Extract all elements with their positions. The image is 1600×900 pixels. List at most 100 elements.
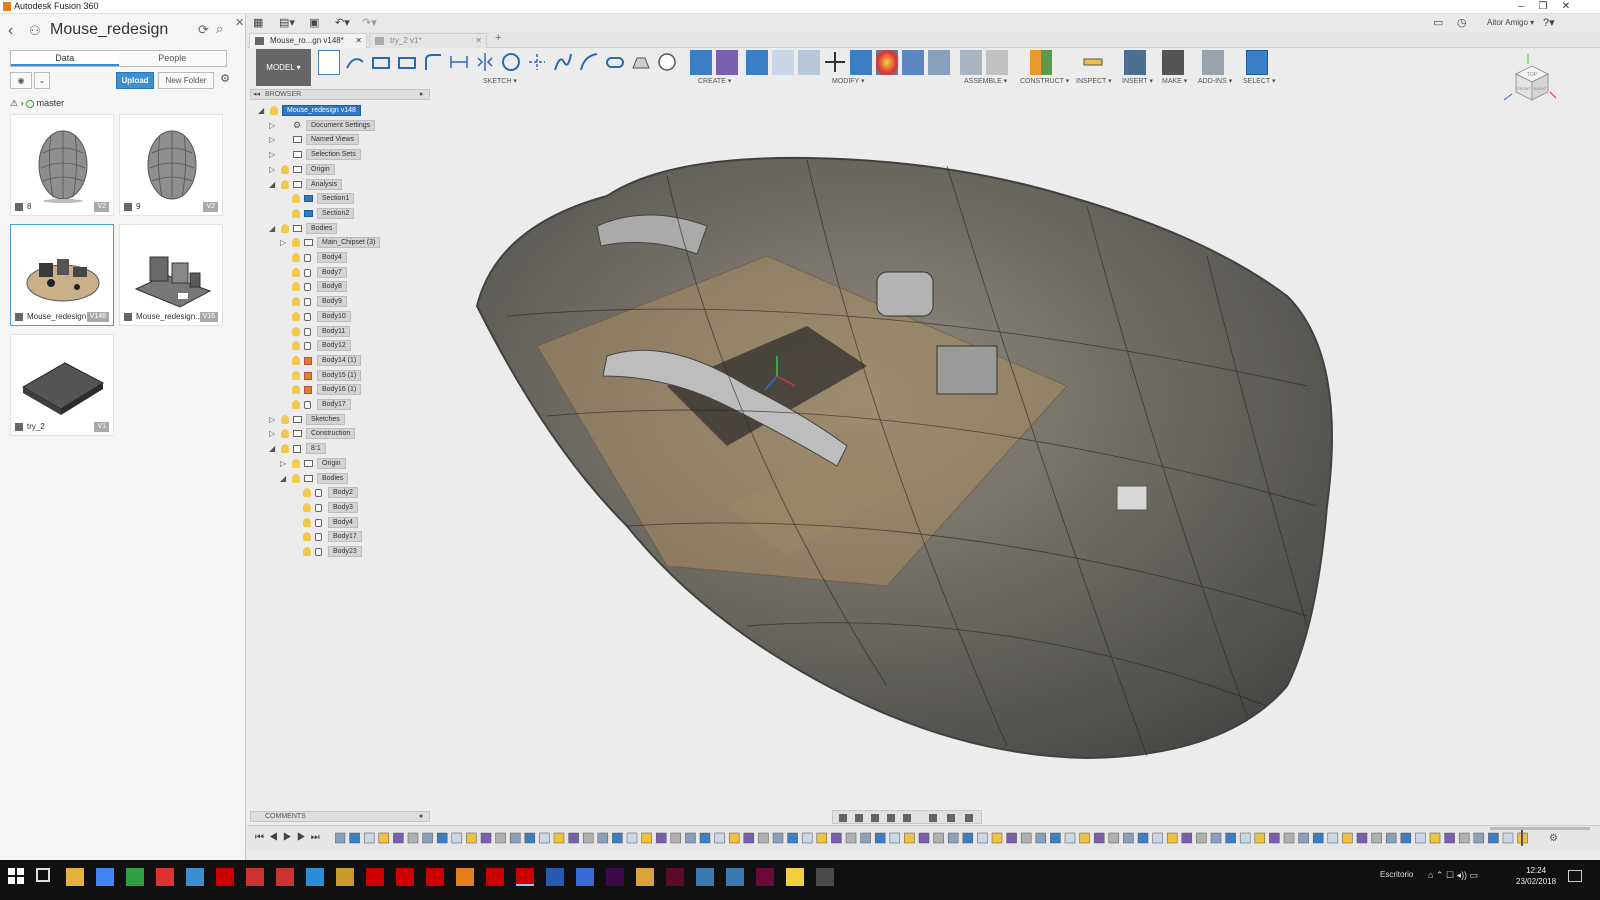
form-icon[interactable]	[716, 50, 738, 75]
browser-node[interactable]: ◢ Analysis	[269, 178, 430, 190]
taskbar-app-icon[interactable]	[186, 868, 204, 886]
doc-tab-mouse-redesign[interactable]: Mouse_ro...gn v148* ✕	[249, 33, 367, 48]
timeline-feature[interactable]	[378, 832, 390, 844]
visibility-bulb-icon[interactable]	[303, 532, 311, 542]
timeline-feature[interactable]	[539, 832, 550, 844]
timeline-feature[interactable]	[670, 832, 682, 844]
file-thumbnail-try-2[interactable]: try_2 V1	[10, 334, 114, 436]
view-mode-button[interactable]: ◉	[10, 72, 32, 89]
timeline-feature[interactable]	[772, 832, 784, 844]
task-view-icon[interactable]	[36, 868, 50, 882]
timeline-feature[interactable]	[977, 832, 988, 844]
timeline-feature[interactable]	[582, 832, 594, 844]
taskbar-app-icon[interactable]	[276, 868, 294, 886]
grid-menu-icon[interactable]: ▦	[253, 16, 263, 29]
mirror-icon[interactable]	[474, 50, 496, 75]
browser-node-label[interactable]: 8:1	[306, 443, 326, 455]
browser-node-label[interactable]: Origin	[317, 457, 346, 469]
timeline-feature[interactable]	[1254, 832, 1266, 844]
joint-icon[interactable]	[986, 50, 1008, 75]
visibility-bulb-icon[interactable]	[292, 370, 300, 380]
browser-node[interactable]: ◢ Mouse_redesign v148	[258, 105, 430, 116]
browser-node-label[interactable]: Body9	[317, 296, 347, 308]
tab-people[interactable]: People	[119, 51, 227, 66]
expand-open-icon[interactable]: ◢	[269, 443, 275, 454]
timeline-feature[interactable]	[1093, 832, 1105, 844]
timeline-feature[interactable]	[933, 832, 944, 844]
timeline-feature[interactable]	[904, 832, 915, 844]
taskbar-app-icon[interactable]	[696, 868, 714, 886]
browser-node-label[interactable]: Body11	[317, 325, 351, 337]
file-thumbnail-8[interactable]: 8 V2	[10, 114, 114, 216]
browser-node[interactable]: Body14 (1)	[280, 354, 430, 366]
timeline-feature[interactable]	[801, 832, 813, 844]
browser-node-label[interactable]: Sketches	[306, 413, 345, 425]
timeline-feature[interactable]	[947, 832, 959, 844]
visibility-bulb-icon[interactable]	[303, 488, 311, 498]
browser-node[interactable]: ▷ Selection Sets	[269, 149, 430, 161]
timeline-feature[interactable]	[1108, 832, 1120, 844]
timeline-scrollbar[interactable]	[1490, 827, 1590, 830]
timeline-feature[interactable]	[1225, 832, 1236, 844]
taskbar-app-icon[interactable]	[336, 868, 354, 886]
timeline-playback-controls[interactable]: ⏮◀▶▶⏭	[255, 832, 325, 843]
browser-node[interactable]: Body23	[291, 546, 430, 557]
browser-node-label[interactable]: Origin	[306, 163, 335, 175]
tab-data[interactable]: Data	[11, 51, 119, 66]
expand-open-icon[interactable]: ◢	[280, 473, 286, 484]
browser-node[interactable]: ▷ Named Views	[269, 134, 430, 146]
timeline-feature[interactable]	[685, 832, 696, 844]
timeline-feature[interactable]	[597, 832, 609, 844]
stop-sketch-icon[interactable]	[656, 50, 678, 75]
timeline-feature[interactable]	[495, 832, 506, 844]
expand-closed-icon[interactable]: ▷	[280, 237, 286, 248]
browser-node[interactable]: ◢ Bodies	[280, 472, 430, 484]
timeline-feature[interactable]	[1050, 832, 1061, 844]
timeline-feature[interactable]	[699, 832, 711, 844]
appearance-icon[interactable]	[876, 50, 898, 75]
visibility-bulb-icon[interactable]	[292, 473, 300, 483]
timeline-feature[interactable]	[655, 832, 667, 844]
browser-node[interactable]: Body11	[280, 325, 430, 337]
timeline-feature[interactable]	[1458, 832, 1470, 844]
timeline-feature[interactable]	[1064, 832, 1076, 844]
offset-plane-icon[interactable]	[1030, 50, 1052, 75]
timeline-feature[interactable]	[349, 832, 360, 844]
browser-node[interactable]: Body4	[291, 516, 430, 528]
timeline-feature[interactable]	[553, 832, 565, 844]
visibility-bulb-icon[interactable]	[292, 297, 300, 307]
browser-node-label[interactable]: Body15 (1)	[317, 369, 362, 381]
desktop-label[interactable]: Escritorio	[1380, 870, 1413, 879]
hub-icon[interactable]: ⚠	[10, 98, 18, 108]
browser-header[interactable]: ◂◂ BROWSER ●	[250, 89, 430, 100]
expand-closed-icon[interactable]: ▷	[280, 458, 286, 469]
expand-open-icon[interactable]: ◢	[269, 223, 275, 234]
expand-closed-icon[interactable]: ▷	[269, 414, 275, 425]
expand-closed-icon[interactable]: ▷	[269, 164, 275, 175]
timeline-feature[interactable]	[524, 832, 536, 844]
timeline-feature[interactable]	[714, 832, 725, 844]
timeline-feature[interactable]	[1239, 832, 1251, 844]
timeline-feature[interactable]	[568, 832, 579, 844]
visibility-bulb-icon[interactable]	[281, 223, 289, 233]
create-sketch-icon[interactable]	[318, 50, 340, 75]
timeline-feature[interactable]	[1269, 832, 1280, 844]
timeline-feature[interactable]	[874, 832, 886, 844]
press-pull-icon[interactable]	[746, 50, 768, 75]
visibility-bulb-icon[interactable]	[292, 208, 300, 218]
assemble-group-label[interactable]: ASSEMBLE ▾	[964, 77, 1007, 85]
visibility-bulb-icon[interactable]	[292, 282, 300, 292]
browser-node-label[interactable]: Body10	[317, 310, 351, 322]
taskbar-app-icon[interactable]	[426, 868, 444, 886]
browser-node-label[interactable]: Section2	[317, 207, 355, 219]
browser-node-label[interactable]: Body7	[317, 266, 347, 278]
browser-node-label[interactable]: Body14 (1)	[317, 354, 362, 366]
browser-node-label[interactable]: Body16 (1)	[317, 384, 362, 396]
pin-icon[interactable]: ●	[419, 812, 423, 822]
visibility-bulb-icon[interactable]	[292, 326, 300, 336]
select-icon[interactable]	[1246, 50, 1268, 75]
close-panel-icon[interactable]: ✕	[235, 16, 244, 29]
visibility-bulb-icon[interactable]	[292, 341, 300, 351]
minimize-button[interactable]: –	[1510, 0, 1532, 13]
timeline-feature[interactable]	[1502, 832, 1514, 844]
